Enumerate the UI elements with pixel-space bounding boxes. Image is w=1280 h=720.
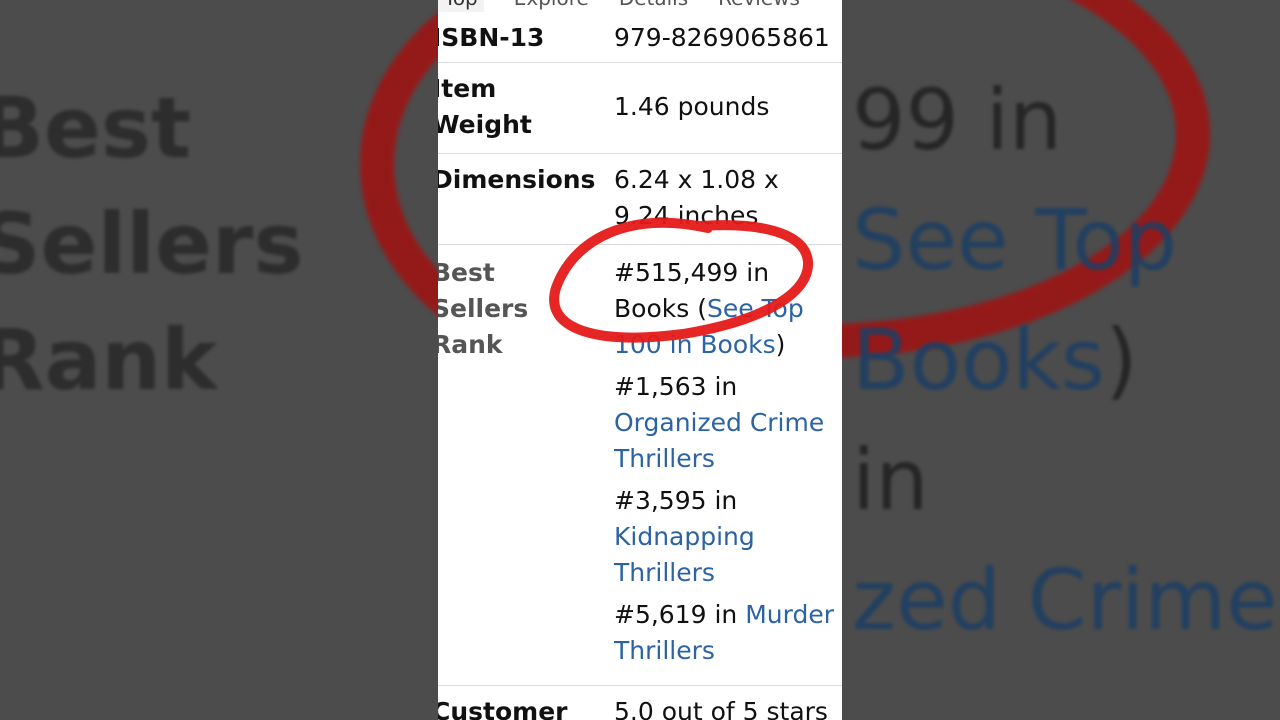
table-row: Customer 5.0 out of 5 stars xyxy=(438,686,842,720)
product-details-table: ISBN-13 979-8269065861 Item Weight 1.46 … xyxy=(438,12,842,720)
table-row: Item Weight 1.46 pounds xyxy=(438,63,842,154)
bg-text-rank: Rank xyxy=(0,311,218,409)
customer-value: 5.0 out of 5 stars xyxy=(614,697,828,720)
tab-bar: Top Explore Details Reviews xyxy=(438,0,842,12)
weight-label: Item Weight xyxy=(438,74,532,139)
bg-text-paren: ) xyxy=(1104,311,1138,409)
rank-number: #5,619 in xyxy=(614,600,746,629)
background-left: Best Sellers Rank xyxy=(0,0,438,720)
customer-label: Customer xyxy=(438,697,568,720)
isbn-value: 979-8269065861 xyxy=(614,23,830,52)
tab-top[interactable]: Top xyxy=(438,0,484,12)
rank-entry-books: #515,499 in Books (See Top 100 in Books) xyxy=(614,255,842,363)
rank-entry-organized-crime: #1,563 in Organized Crime Thrillers xyxy=(614,369,842,477)
bg-text-books: Books xyxy=(852,311,1105,409)
rank-entry-murder: #5,619 in Murder Thrillers xyxy=(614,597,842,669)
dimensions-value: 6.24 x 1.08 x 9.24 inches xyxy=(614,165,779,230)
background-right-text: 99 in See Top Books) in zed Crime xyxy=(852,60,1280,660)
weight-value: 1.46 pounds xyxy=(614,92,770,121)
rank-values: #515,499 in Books (See Top 100 in Books)… xyxy=(614,245,842,686)
isbn-label: ISBN-13 xyxy=(438,23,545,52)
bg-text-organized-crime: zed Crime xyxy=(852,551,1278,649)
tab-reviews[interactable]: Reviews xyxy=(718,0,800,12)
dimensions-label: Dimensions xyxy=(438,165,596,194)
tab-details[interactable]: Details xyxy=(619,0,688,12)
rank-number: #3,595 in xyxy=(614,486,738,515)
rank-entry-kidnapping: #3,595 in Kidnapping Thrillers xyxy=(614,483,842,591)
table-row: ISBN-13 979-8269065861 xyxy=(438,12,842,63)
category-link-organized-crime[interactable]: Organized Crime Thrillers xyxy=(614,408,824,473)
background-right: 99 in See Top Books) in zed Crime xyxy=(842,0,1280,720)
rank-close-paren: ) xyxy=(775,330,786,359)
rank-label: Best Sellers Rank xyxy=(438,245,614,686)
bg-text-books-line: Books) xyxy=(852,300,1280,420)
table-row: Best Sellers Rank #515,499 in Books (See… xyxy=(438,245,842,686)
table-row: Dimensions 6.24 x 1.08 x 9.24 inches xyxy=(438,154,842,245)
rank-number: #1,563 in xyxy=(614,372,738,401)
bg-text-rank-number: 99 in xyxy=(852,71,1063,169)
tab-explore[interactable]: Explore xyxy=(514,0,589,12)
bg-text-see-top: See Top xyxy=(852,191,1178,289)
rank-label-text: Best Sellers Rank xyxy=(438,258,529,359)
product-details-panel: Top Explore Details Reviews ISBN-13 979-… xyxy=(438,0,842,720)
bg-text-in: in xyxy=(852,431,929,529)
category-link-kidnapping[interactable]: Kidnapping Thrillers xyxy=(614,522,755,587)
